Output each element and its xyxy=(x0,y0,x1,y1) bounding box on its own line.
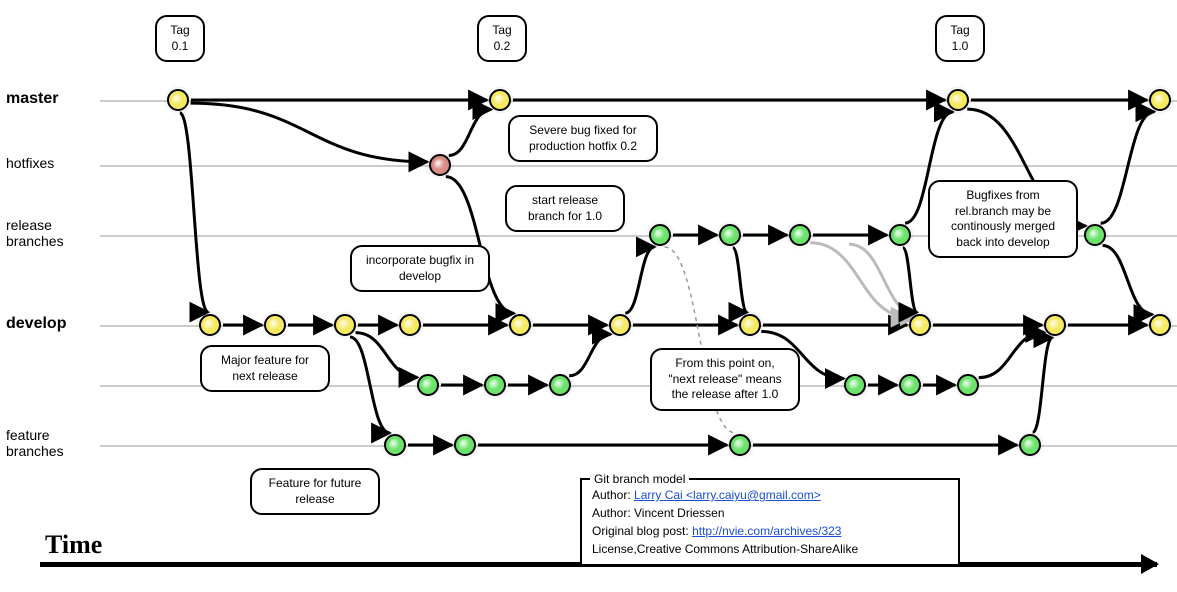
arrow-r5-d10 xyxy=(1103,246,1153,315)
blog-link[interactable]: http://nvie.com/archives/323 xyxy=(692,524,841,538)
commit-fg1 xyxy=(844,374,866,396)
commit-d4 xyxy=(399,314,421,336)
commit-fb4 xyxy=(1019,434,1041,456)
arrow-m1-h1 xyxy=(191,103,428,162)
tag-0-1: Tag 0.1 xyxy=(155,15,205,62)
commit-fg3 xyxy=(957,374,979,396)
arrow-d3-fa1 xyxy=(356,333,418,378)
tag-1-0: Tag 1.0 xyxy=(935,15,985,62)
lane-label-develop: develop xyxy=(6,315,66,333)
time-label: Time xyxy=(45,530,102,560)
legend-title: Git branch model xyxy=(590,470,689,488)
commit-d3 xyxy=(334,314,356,336)
commit-d7 xyxy=(739,314,761,336)
author-link[interactable]: Larry Cai <larry.caiyu@gmail.com> xyxy=(634,488,821,502)
arrow-r5-m4 xyxy=(1101,112,1155,224)
commit-fa2 xyxy=(484,374,506,396)
bubble-futurefeat: Feature for future release xyxy=(250,468,380,515)
commit-fa1 xyxy=(417,374,439,396)
commit-fg2 xyxy=(899,374,921,396)
commit-m2 xyxy=(489,89,511,111)
commit-fb2 xyxy=(454,434,476,456)
legend-box: Git branch model Author: Larry Cai <larr… xyxy=(580,478,960,566)
arrow-d6-r1 xyxy=(625,247,654,313)
commit-r1 xyxy=(649,224,671,246)
commit-m1 xyxy=(167,89,189,111)
arrow-fa3-d6 xyxy=(569,334,611,376)
arrow-r4-d8 xyxy=(903,248,917,313)
lane-line-hotfixes xyxy=(100,165,1177,167)
tag-0-2: Tag 0.2 xyxy=(477,15,527,62)
arrow-r3-d8 xyxy=(810,243,909,317)
lane-label-master: master xyxy=(6,90,58,108)
commit-d10 xyxy=(1149,314,1171,336)
commit-d6 xyxy=(609,314,631,336)
bubble-bugfixrel: Bugfixes from rel.branch may be continou… xyxy=(928,180,1078,258)
bubble-startrel: start release branch for 1.0 xyxy=(505,185,625,232)
lane-label-hotfixes: hotfixes xyxy=(6,155,54,171)
commit-d2 xyxy=(264,314,286,336)
lane-label-feat2: feature branches xyxy=(6,427,64,459)
commit-r2 xyxy=(719,224,741,246)
commit-m3 xyxy=(947,89,969,111)
commit-r5 xyxy=(1084,224,1106,246)
bubble-nextrel: From this point on, "next release" means… xyxy=(650,348,800,411)
arrow-r2-d7 xyxy=(733,248,747,313)
bubble-incbugfix: incorporate bugfix in develop xyxy=(350,245,490,292)
commit-h1 xyxy=(429,154,451,176)
arrow-r3-d8 xyxy=(849,244,919,315)
commit-m4 xyxy=(1149,89,1171,111)
commit-r4 xyxy=(889,224,911,246)
commit-r3 xyxy=(789,224,811,246)
commit-d8 xyxy=(909,314,931,336)
commit-d9 xyxy=(1044,314,1066,336)
commit-fb3 xyxy=(729,434,751,456)
lane-line-master xyxy=(100,100,1177,102)
bubble-majorfeat: Major feature for next release xyxy=(200,345,330,392)
arrow-h1-m2 xyxy=(449,110,491,156)
commit-d5 xyxy=(509,314,531,336)
commit-d1 xyxy=(199,314,221,336)
arrow-m1-d1 xyxy=(180,113,208,312)
commit-fa3 xyxy=(549,374,571,396)
bubble-severe: Severe bug fixed for production hotfix 0… xyxy=(508,115,658,162)
lane-line-feat2 xyxy=(100,445,1177,447)
lane-line-develop xyxy=(100,325,1177,327)
lane-label-release: release branches xyxy=(6,217,64,249)
arrow-fg3-d9 xyxy=(979,332,1045,377)
commit-fb1 xyxy=(384,434,406,456)
